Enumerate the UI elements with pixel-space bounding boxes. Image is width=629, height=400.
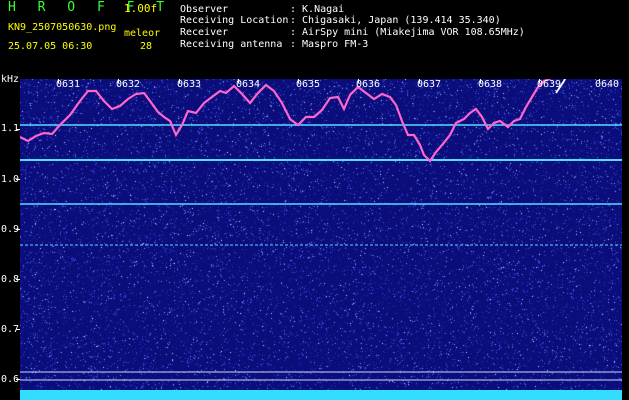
- y-tick-label: 0.6: [1, 374, 20, 385]
- meteor-trace: [20, 79, 551, 163]
- spectrogram-plot: [20, 79, 622, 400]
- file-name: KN9_2507050630.png: [8, 22, 117, 33]
- location-value: : Chigasaki, Japan (139.414 35.340): [290, 15, 501, 26]
- meteor-label: meleor: [124, 28, 161, 39]
- x-tick-label: 0635: [296, 79, 321, 90]
- x-tick-label: 0640: [595, 79, 620, 90]
- location-label: Receiving Location: [180, 15, 289, 26]
- receiver-value: : AirSpy mini (Miakejima VOR 108.65MHz): [290, 27, 525, 38]
- receiver-label: Receiver: [180, 27, 229, 38]
- bottom-band: [20, 390, 622, 400]
- antenna-label: Receiving antenna: [180, 39, 283, 50]
- x-tick-label: 0636: [356, 79, 381, 90]
- header-panel: H R O F F T 1.00f KN9_2507050630.png mel…: [0, 0, 629, 74]
- x-tick-label: 0639: [537, 79, 562, 90]
- meteor-count: 28: [140, 41, 153, 52]
- x-tick-label: 0633: [177, 79, 202, 90]
- x-tick-label: 0637: [417, 79, 442, 90]
- y-tick-label: 1.0: [1, 174, 20, 185]
- x-tick-label: 0632: [116, 79, 141, 90]
- y-tick-label: 0.9: [1, 224, 20, 235]
- y-axis-unit: kHz: [1, 74, 20, 85]
- datetime: 25.07.05 06:30: [8, 41, 93, 52]
- app-version: 1.00f: [124, 2, 158, 15]
- spectrogram-overlay: [20, 79, 622, 400]
- x-tick-label: 0631: [56, 79, 81, 90]
- y-tick-label: 0.8: [1, 274, 20, 285]
- antenna-value: : Maspro FM-3: [290, 39, 369, 50]
- x-tick-label: 0638: [478, 79, 503, 90]
- x-tick-label: 0634: [236, 79, 261, 90]
- y-tick-label: 0.7: [1, 324, 20, 335]
